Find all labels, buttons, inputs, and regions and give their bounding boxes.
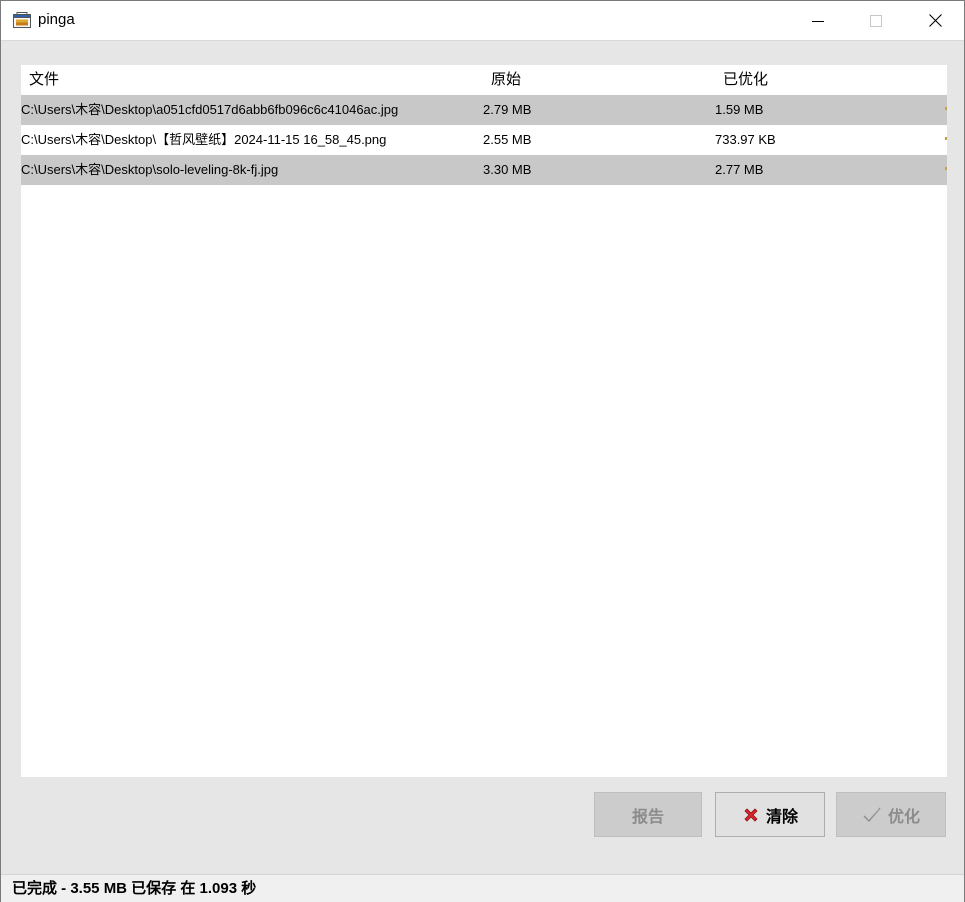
minimize-icon <box>812 20 824 22</box>
clear-icon <box>744 807 758 822</box>
column-header-file[interactable]: 文件 <box>29 70 59 90</box>
window-title: pinga <box>38 11 75 28</box>
maximize-icon <box>870 14 882 27</box>
optimized-size: 2.77 MB <box>715 162 764 177</box>
optimized-size: 733.97 KB <box>715 132 776 147</box>
original-size: 2.79 MB <box>483 102 532 117</box>
column-header-original[interactable]: 原始 <box>491 70 521 90</box>
status-text: 已完成 - 3.55 MB 已保存 在 1.093 秒 <box>12 880 257 897</box>
minimize-button[interactable] <box>789 1 847 40</box>
close-button[interactable] <box>906 1 964 40</box>
file-path: C:\Users\木容\Desktop\solo-leveling-8k-fj.… <box>21 162 279 177</box>
table-row[interactable]: C:\Users\木容\Desktop\a051cfd0517d6abb6fb0… <box>21 95 947 125</box>
optimize-label: 优化 <box>887 808 920 826</box>
column-header-optimized[interactable]: 已优化 <box>723 70 768 90</box>
file-path: C:\Users\木容\Desktop\a051cfd0517d6abb6fb0… <box>21 102 399 117</box>
app-icon <box>13 12 31 28</box>
list-header: 文件 原始 已优化 <box>21 65 947 95</box>
file-list[interactable]: 文件 原始 已优化 C:\Users\木容\Desktop\a051cfd051… <box>21 65 947 777</box>
optimized-size: 1.59 MB <box>715 102 764 117</box>
row-marker <box>945 107 947 110</box>
row-marker <box>945 167 947 170</box>
title-bar: pinga <box>1 1 964 41</box>
clear-label: 清除 <box>765 808 798 826</box>
table-row[interactable]: C:\Users\木容\Desktop\solo-leveling-8k-fj.… <box>21 155 947 185</box>
checkmark-icon <box>863 807 881 822</box>
maximize-button[interactable] <box>847 1 905 40</box>
clear-button[interactable]: 清除 <box>715 792 825 837</box>
table-row[interactable]: C:\Users\木容\Desktop\【哲风壁纸】2024-11-15 16_… <box>21 125 947 155</box>
close-icon <box>928 14 942 27</box>
original-size: 2.55 MB <box>483 132 532 147</box>
report-button[interactable]: 报告 <box>594 792 702 837</box>
optimize-button[interactable]: 优化 <box>836 792 946 837</box>
app-window: pinga 文件 原始 已优化 C:\Users\木容\Desktop\a051… <box>0 0 965 902</box>
original-size: 3.30 MB <box>483 162 532 177</box>
report-label: 报告 <box>631 808 664 826</box>
file-path: C:\Users\木容\Desktop\【哲风壁纸】2024-11-15 16_… <box>21 132 387 147</box>
row-marker <box>945 137 947 140</box>
status-bar: 已完成 - 3.55 MB 已保存 在 1.093 秒 <box>1 874 964 902</box>
